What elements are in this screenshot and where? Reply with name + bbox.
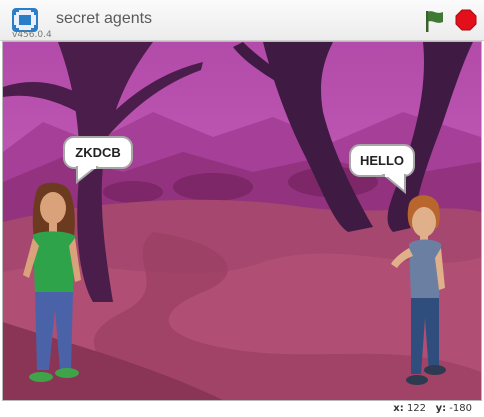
speech-text-left: ZKDCB bbox=[75, 145, 121, 160]
project-title: secret agents bbox=[56, 10, 153, 27]
speech-bubble-left: ZKDCB bbox=[63, 136, 133, 169]
stage-header: secret agents v456.0.4 bbox=[0, 0, 484, 41]
version-label: v456.0.4 bbox=[12, 30, 52, 40]
mouse-coordinates: x: 122 y: -180 bbox=[393, 403, 472, 414]
green-flag-icon[interactable] bbox=[423, 9, 445, 33]
fullscreen-icon[interactable] bbox=[12, 8, 38, 32]
girl-sprite[interactable] bbox=[15, 180, 93, 390]
x-label: x: bbox=[393, 403, 404, 414]
speech-tail-right bbox=[381, 174, 406, 194]
stage-canvas[interactable]: ZKDCB HELLO bbox=[2, 41, 482, 401]
speech-text-right: HELLO bbox=[359, 153, 405, 168]
x-value: 122 bbox=[406, 403, 427, 414]
boy-sprite[interactable] bbox=[383, 192, 463, 392]
speech-bubble-right: HELLO bbox=[349, 144, 415, 177]
y-value: -180 bbox=[449, 403, 472, 414]
stop-sign-icon[interactable] bbox=[455, 9, 477, 31]
y-label: y: bbox=[435, 403, 447, 414]
speech-tail-left bbox=[76, 166, 99, 184]
